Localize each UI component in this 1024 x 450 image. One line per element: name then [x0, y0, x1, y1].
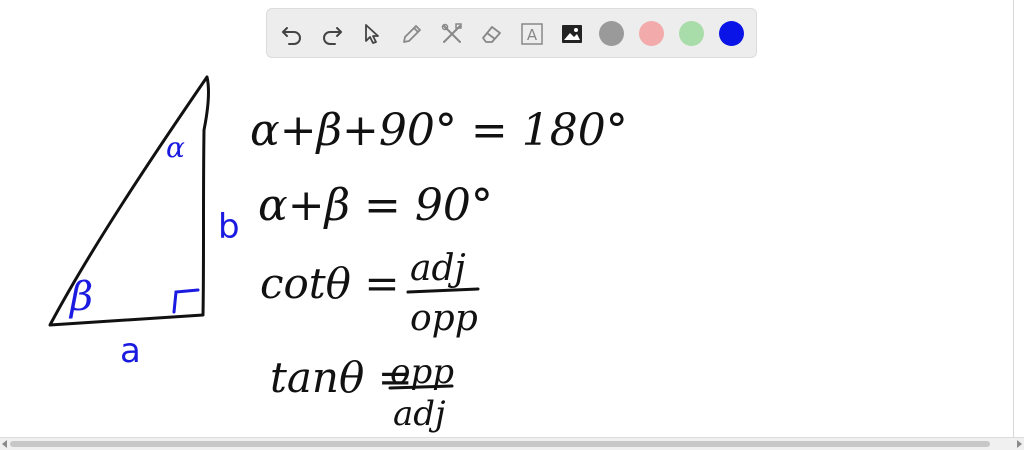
- tan-fraction-bar: [388, 384, 454, 390]
- beta-angle-label: β: [68, 274, 93, 320]
- scrollbar-thumb[interactable]: [10, 441, 990, 447]
- tan-denominator: adj: [393, 394, 446, 434]
- side-a-label: a: [120, 331, 141, 371]
- alpha-angle-label: α: [166, 131, 185, 164]
- whiteboard-canvas[interactable]: α β b a α+β+90° = 180° α+β = 90° cotθ = …: [0, 0, 1024, 438]
- equation-alpha-beta: α+β = 90°: [258, 180, 493, 231]
- scroll-right-icon[interactable]: [1017, 440, 1022, 448]
- canvas-right-edge: [1013, 0, 1024, 438]
- cot-fraction-bar: [406, 287, 480, 294]
- cot-numerator: adj: [410, 248, 466, 289]
- side-b-label: b: [218, 207, 240, 247]
- scroll-left-icon[interactable]: [2, 440, 7, 448]
- horizontal-scrollbar[interactable]: [0, 437, 1024, 450]
- cot-lhs: cotθ =: [260, 259, 400, 308]
- cot-denominator: opp: [410, 298, 478, 339]
- right-angle-marker: [172, 288, 200, 314]
- equation-angle-sum: α+β+90° = 180°: [250, 105, 628, 156]
